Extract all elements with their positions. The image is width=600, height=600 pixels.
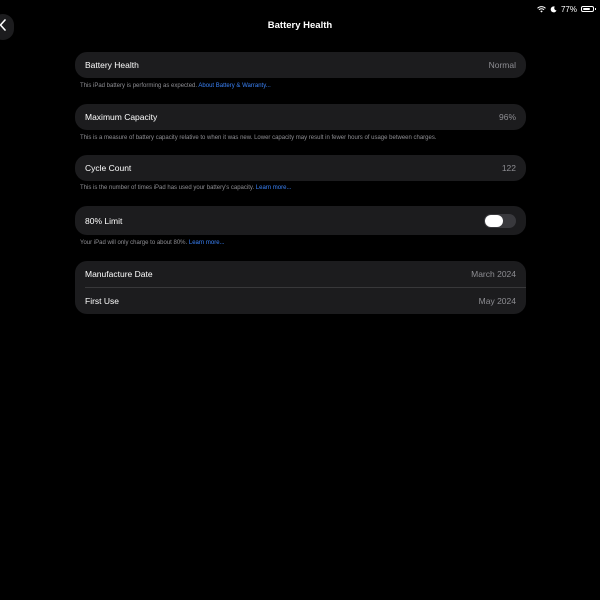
battery-health-row: Battery Health Normal <box>75 52 526 78</box>
maximum-capacity-footnote: This is a measure of battery capacity re… <box>80 135 530 141</box>
maximum-capacity-value: 96% <box>498 112 516 122</box>
battery-icon <box>581 6 596 12</box>
cycle-count-value: 122 <box>501 163 516 173</box>
battery-health-label: Battery Health <box>85 60 139 70</box>
cycle-count-label: Cycle Count <box>85 163 132 173</box>
manufacture-date-label: Manufacture Date <box>85 269 153 279</box>
cycle-count-footnote: This is the number of times iPad has use… <box>80 185 530 191</box>
cycle-count-footnote-text: This is the number of times iPad has use… <box>80 185 255 191</box>
maximum-capacity-row: Maximum Capacity 96% <box>75 104 526 130</box>
status-bar: 77% <box>537 3 596 15</box>
manufacture-date-row: Manufacture Date March 2024 <box>75 261 526 287</box>
cycle-count-learn-more-link[interactable]: Learn more... <box>256 185 292 191</box>
limit-learn-more-link[interactable]: Learn more... <box>189 240 225 246</box>
manufacture-date-value: March 2024 <box>471 269 516 279</box>
cycle-count-row: Cycle Count 122 <box>75 155 526 181</box>
first-use-row: First Use May 2024 <box>75 288 526 314</box>
battery-health-footnote: This iPad battery is performing as expec… <box>80 83 530 89</box>
about-battery-warranty-link[interactable]: About Battery & Warranty... <box>198 83 270 89</box>
toggle-knob <box>485 214 503 227</box>
page-title: Battery Health <box>267 20 333 31</box>
limit-footnote: Your iPad will only charge to about 80%.… <box>80 240 530 246</box>
moon-icon <box>550 5 557 13</box>
battery-health-screen: 77% Battery Health Battery Health Normal… <box>0 0 600 600</box>
first-use-value: May 2024 <box>478 296 516 306</box>
battery-fill <box>583 8 590 10</box>
battery-health-footnote-text: This iPad battery is performing as expec… <box>80 83 198 89</box>
battery-health-value: Normal <box>488 60 516 70</box>
dates-group: Manufacture Date March 2024 First Use Ma… <box>75 261 526 314</box>
maximum-capacity-label: Maximum Capacity <box>85 112 158 122</box>
limit-label: 80% Limit <box>85 215 123 226</box>
limit-footnote-text: Your iPad will only charge to about 80%. <box>80 240 188 246</box>
limit-row: 80% Limit <box>75 206 526 235</box>
first-use-label: First Use <box>85 296 119 306</box>
limit-toggle[interactable] <box>484 213 516 228</box>
battery-percent: 77% <box>560 4 577 14</box>
maximum-capacity-footnote-text: This is a measure of battery capacity re… <box>80 135 437 141</box>
wifi-icon <box>537 5 546 13</box>
